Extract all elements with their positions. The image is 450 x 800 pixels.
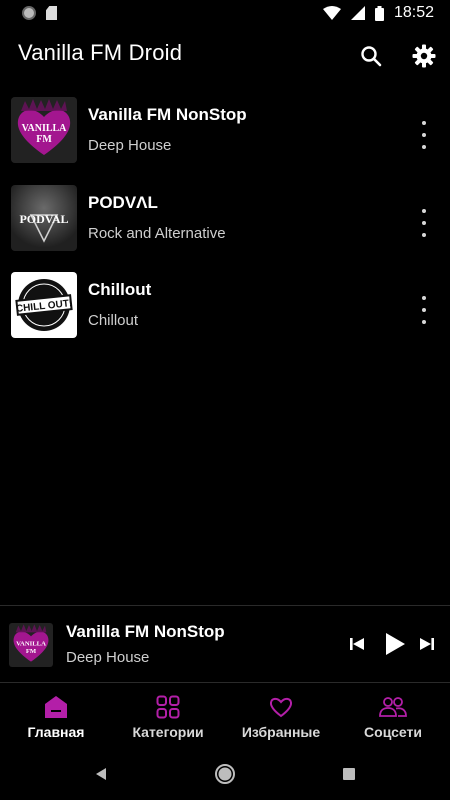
station-logo: PODVAL xyxy=(11,185,77,251)
mini-player[interactable]: VANILLA FM Vanilla FM NonStop Deep House xyxy=(0,606,450,682)
svg-text:VANILLA: VANILLA xyxy=(22,123,68,134)
svg-text:FM: FM xyxy=(36,134,52,145)
gear-icon[interactable] xyxy=(410,42,438,70)
system-navigation xyxy=(0,748,450,800)
nav-social-label: Соцсети xyxy=(364,724,422,740)
nav-divider xyxy=(0,682,450,683)
station-logo: CHILL OUT! xyxy=(11,272,77,338)
player-station-name: Vanilla FM NonStop xyxy=(66,622,225,641)
more-vert-icon[interactable] xyxy=(416,209,432,237)
station-name: Chillout xyxy=(88,280,152,299)
station-logo: VANILLA FM xyxy=(11,97,77,163)
station-genre: Deep House xyxy=(88,137,172,154)
sd-card-icon xyxy=(46,6,57,20)
nav-categories[interactable]: Категории xyxy=(112,684,224,748)
svg-text:FM: FM xyxy=(26,648,37,655)
play-icon[interactable] xyxy=(380,630,410,658)
wifi-icon xyxy=(322,6,341,20)
status-bar: 18:52 xyxy=(0,0,450,28)
nav-categories-label: Категории xyxy=(132,724,204,740)
station-name: Vanilla FM NonStop xyxy=(88,105,247,124)
skip-previous-icon[interactable] xyxy=(346,630,368,658)
station-genre: Chillout xyxy=(88,312,139,329)
nav-social[interactable]: Соцсети xyxy=(337,684,449,748)
nav-favorites[interactable]: Избранные xyxy=(225,684,337,748)
signal-icon xyxy=(350,6,365,20)
more-vert-icon[interactable] xyxy=(416,121,432,149)
home-button-icon[interactable] xyxy=(213,762,237,786)
station-genre: Rock and Alternative xyxy=(88,225,226,242)
search-icon[interactable] xyxy=(357,42,385,70)
player-station-logo: VANILLA FM xyxy=(9,623,53,667)
notification-dot-icon xyxy=(22,6,36,20)
station-item[interactable]: CHILL OUT! Chillout Chillout xyxy=(0,272,450,352)
back-icon[interactable] xyxy=(89,762,113,786)
station-name: PODVΛL xyxy=(88,193,158,212)
player-station-genre: Deep House xyxy=(66,649,150,666)
svg-text:PODVAL: PODVAL xyxy=(19,212,68,226)
skip-next-icon[interactable] xyxy=(416,630,438,658)
nav-favorites-label: Избранные xyxy=(241,724,321,740)
battery-icon xyxy=(374,5,384,21)
app-bar: Vanilla FM Droid xyxy=(0,28,450,84)
status-time: 18:52 xyxy=(393,4,434,21)
grid-icon xyxy=(154,694,182,720)
home-icon xyxy=(42,694,70,720)
more-vert-icon[interactable] xyxy=(416,296,432,324)
nav-home[interactable]: Главная xyxy=(0,684,112,748)
station-item[interactable]: VANILLA FM Vanilla FM NonStop Deep House xyxy=(0,97,450,177)
station-item[interactable]: PODVAL PODVΛL Rock and Alternative xyxy=(0,185,450,265)
recents-icon[interactable] xyxy=(337,762,361,786)
bottom-navigation: Главная Категории Избранные Соцсети xyxy=(0,684,450,748)
people-icon xyxy=(379,694,407,720)
app-title: Vanilla FM Droid xyxy=(18,40,183,65)
heart-icon xyxy=(267,694,295,720)
svg-text:VANILLA: VANILLA xyxy=(16,641,46,648)
nav-home-label: Главная xyxy=(27,724,85,740)
